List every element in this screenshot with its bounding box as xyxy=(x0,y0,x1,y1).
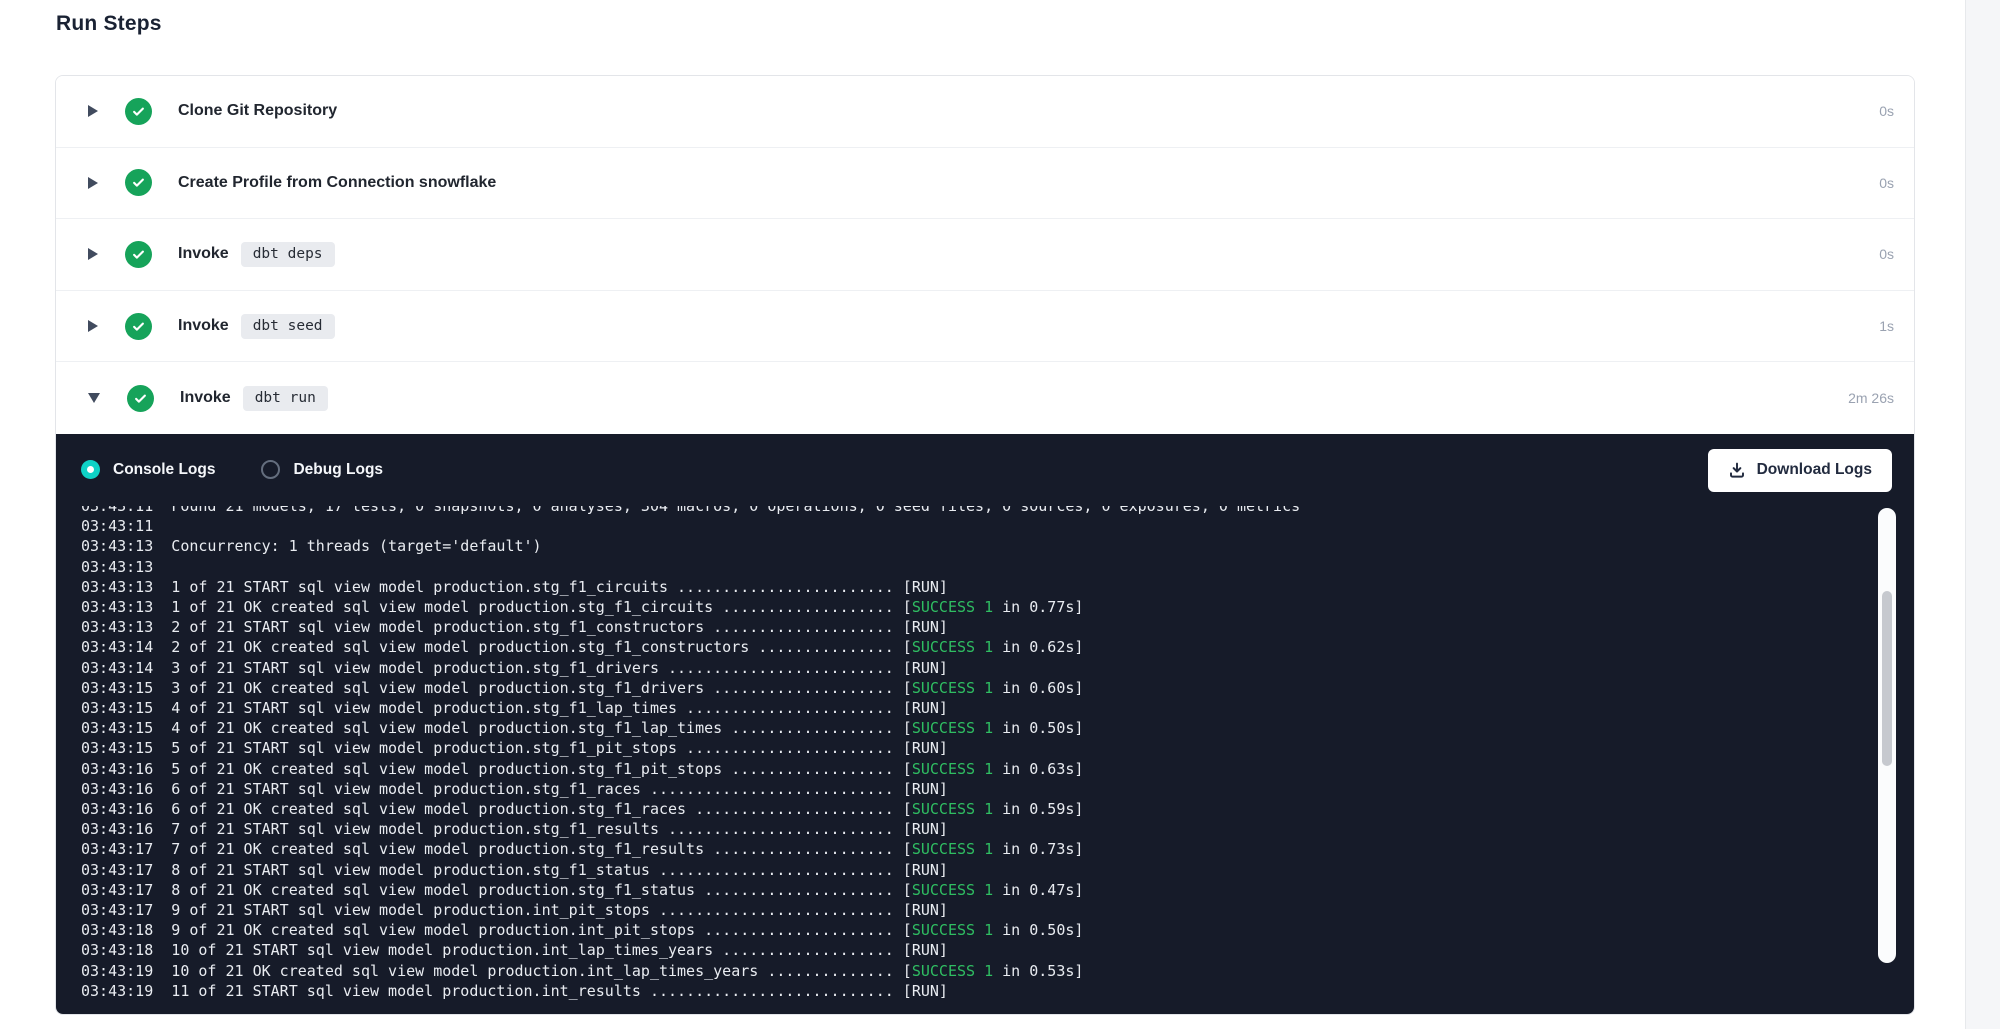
log-line: 03:43:16 6 of 21 OK created sql view mod… xyxy=(81,799,1869,819)
log-line: 03:43:11 Found 21 models, 17 tests, 0 sn… xyxy=(81,506,1869,516)
log-line: 03:43:13 2 of 21 START sql view model pr… xyxy=(81,617,1869,637)
chevron-right-icon[interactable] xyxy=(88,248,98,260)
page-right-gutter xyxy=(1965,0,2000,1029)
radio-selected-icon[interactable] xyxy=(81,460,100,479)
radio-console-logs[interactable]: Console Logs xyxy=(81,460,215,479)
log-line: 03:43:15 4 of 21 START sql view model pr… xyxy=(81,698,1869,718)
chevron-right-icon[interactable] xyxy=(88,320,98,332)
log-line: 03:43:17 9 of 21 START sql view model pr… xyxy=(81,900,1869,920)
log-line: 03:43:16 7 of 21 START sql view model pr… xyxy=(81,819,1869,839)
chevron-right-icon[interactable] xyxy=(88,177,98,189)
step-row[interactable]: Invoke dbt deps 0s xyxy=(56,219,1914,291)
log-line: 03:43:13 1 of 21 START sql view model pr… xyxy=(81,577,1869,597)
step-duration: 2m 26s xyxy=(1848,390,1894,406)
step-command-badge: dbt seed xyxy=(241,314,335,339)
run-steps-list: Clone Git Repository0sCreate Profile fro… xyxy=(56,76,1914,434)
console-scrollbar-track[interactable] xyxy=(1878,508,1896,963)
step-duration: 0s xyxy=(1879,246,1894,262)
console-scrollbar-thumb[interactable] xyxy=(1882,591,1892,766)
step-command-badge: dbt run xyxy=(243,386,328,411)
log-line: 03:43:13 Concurrency: 1 threads (target=… xyxy=(81,536,1869,556)
log-line: 03:43:13 1 of 21 OK created sql view mod… xyxy=(81,597,1869,617)
chevron-right-icon[interactable] xyxy=(88,105,98,117)
radio-label: Console Logs xyxy=(113,461,215,479)
step-label: Invoke xyxy=(178,317,229,335)
check-circle-icon xyxy=(125,169,152,196)
radio-debug-logs[interactable]: Debug Logs xyxy=(261,460,383,479)
step-label: Invoke xyxy=(180,389,231,407)
check-circle-icon xyxy=(125,313,152,340)
log-line: 03:43:16 5 of 21 OK created sql view mod… xyxy=(81,759,1869,779)
log-line: 03:43:13 xyxy=(81,557,1869,577)
check-circle-icon xyxy=(125,241,152,268)
check-circle-icon xyxy=(127,385,154,412)
log-line: 03:43:19 10 of 21 OK created sql view mo… xyxy=(81,961,1869,981)
log-line: 03:43:15 3 of 21 OK created sql view mod… xyxy=(81,678,1869,698)
step-row[interactable]: Invoke dbt seed 1s xyxy=(56,291,1914,363)
step-label: Clone Git Repository xyxy=(178,102,337,120)
step-row[interactable]: Clone Git Repository 0s xyxy=(56,76,1914,148)
log-line: 03:43:17 8 of 21 OK created sql view mod… xyxy=(81,880,1869,900)
step-row[interactable]: Invoke dbt run 2m 26s xyxy=(56,362,1914,434)
log-line: 03:43:19 11 of 21 START sql view model p… xyxy=(81,981,1869,1001)
log-type-radio-group: Console Logs Debug Logs xyxy=(81,460,383,479)
log-line: 03:43:17 7 of 21 OK created sql view mod… xyxy=(81,839,1869,859)
chevron-down-icon[interactable] xyxy=(88,393,100,403)
log-line: 03:43:15 4 of 21 OK created sql view mod… xyxy=(81,718,1869,738)
step-duration: 0s xyxy=(1879,175,1894,191)
log-line: 03:43:17 8 of 21 START sql view model pr… xyxy=(81,860,1869,880)
log-line: 03:43:18 10 of 21 START sql view model p… xyxy=(81,940,1869,960)
page-title: Run Steps xyxy=(56,12,162,36)
download-logs-label: Download Logs xyxy=(1757,461,1872,479)
step-duration: 1s xyxy=(1879,318,1894,334)
console-panel: Console Logs Debug Logs Download Logs 03:… xyxy=(56,434,1914,1015)
step-duration: 0s xyxy=(1879,103,1894,119)
download-icon xyxy=(1728,461,1746,479)
console-header: Console Logs Debug Logs Download Logs xyxy=(56,434,1914,506)
log-line: 03:43:11 xyxy=(81,516,1869,536)
step-label: Create Profile from Connection snowflake xyxy=(178,174,496,192)
log-line: 03:43:16 6 of 21 START sql view model pr… xyxy=(81,779,1869,799)
step-command-badge: dbt deps xyxy=(241,242,335,267)
step-label: Invoke xyxy=(178,245,229,263)
console-log-output: 03:43:11 Found 21 models, 17 tests, 0 sn… xyxy=(81,506,1869,1015)
step-row[interactable]: Create Profile from Connection snowflake… xyxy=(56,148,1914,220)
radio-label: Debug Logs xyxy=(293,461,383,479)
log-line: 03:43:15 5 of 21 START sql view model pr… xyxy=(81,738,1869,758)
check-circle-icon xyxy=(125,98,152,125)
log-line: 03:43:18 9 of 21 OK created sql view mod… xyxy=(81,920,1869,940)
download-logs-button[interactable]: Download Logs xyxy=(1708,449,1892,492)
radio-unselected-icon[interactable] xyxy=(261,460,280,479)
run-steps-card: Clone Git Repository0sCreate Profile fro… xyxy=(55,75,1915,1015)
log-line: 03:43:14 2 of 21 OK created sql view mod… xyxy=(81,637,1869,657)
log-line: 03:43:14 3 of 21 START sql view model pr… xyxy=(81,658,1869,678)
